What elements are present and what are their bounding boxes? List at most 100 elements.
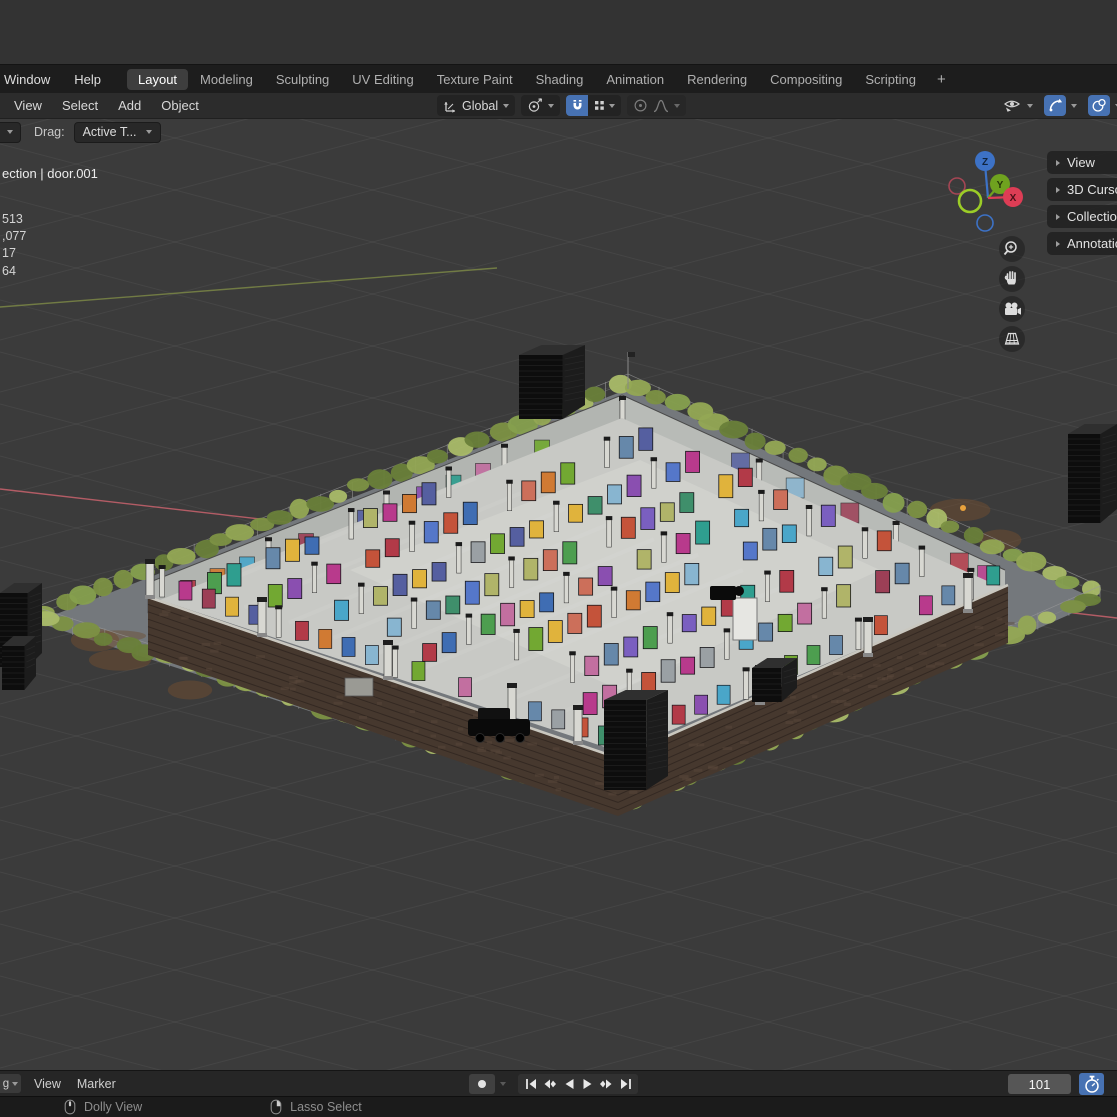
record-controls [469,1074,506,1094]
sidebar-tab-3d-cursor[interactable]: 3D Cursor [1047,178,1117,201]
chevron-right-icon [1056,214,1060,220]
tab-rendering[interactable]: Rendering [676,69,758,90]
menu-object[interactable]: Object [151,98,209,113]
record-dot-icon [478,1080,486,1088]
play-reverse-button[interactable] [560,1075,577,1093]
tab-texture-paint[interactable]: Texture Paint [426,69,524,90]
current-frame-field[interactable]: 101 [1008,1074,1071,1094]
overlays-dropdown[interactable] [1086,95,1117,116]
header-center-controls: Global [437,95,686,116]
proportional-edit-icon [633,98,648,113]
object-visibility-dropdown[interactable] [1000,95,1035,116]
sidebar-tab-view[interactable]: View [1047,151,1117,174]
timeline-partial-label: g [3,1078,9,1090]
snap-grid-dots-icon [594,100,605,111]
add-workspace-button[interactable]: + [928,71,955,88]
previous-keyframe-button[interactable] [541,1075,558,1093]
pivot-point-dropdown[interactable] [521,95,560,116]
sidebar-tab-label: Collection [1067,209,1117,224]
desktop-strip [0,0,1117,65]
transform-orientation-dropdown[interactable]: Global [437,95,515,116]
timeline-partial-dropdown[interactable]: g [0,1074,21,1093]
zoom-button[interactable] [999,236,1025,262]
tab-scripting[interactable]: Scripting [854,69,927,90]
pan-button[interactable] [999,266,1025,292]
stat-line: 64 [2,264,16,278]
timeline-menu-marker[interactable]: Marker [69,1077,124,1091]
mouse-right-icon [270,1099,282,1115]
next-keyframe-button[interactable] [598,1075,615,1093]
sidebar-tab-label: 3D Cursor [1067,182,1117,197]
stat-line: 17 [2,246,16,260]
jump-to-end-button[interactable] [617,1075,634,1093]
axis-z-label: Z [982,157,988,168]
axis-y-label: Y [997,180,1004,191]
chevron-down-icon [7,130,13,134]
tab-uv-editing[interactable]: UV Editing [341,69,424,90]
orientation-label: Global [462,99,498,113]
status-hint-dolly: Dolly View [64,1099,142,1115]
chevron-down-icon [146,130,152,134]
chevron-right-icon [1056,187,1060,193]
gizmos-toggle[interactable] [1044,95,1066,116]
tab-animation[interactable]: Animation [595,69,675,90]
blender-window: Window Help Layout Modeling Sculpting UV… [0,0,1117,1117]
snap-to-dropdown[interactable] [588,100,621,111]
status-hint-label: Dolly View [84,1100,142,1114]
tab-compositing[interactable]: Compositing [759,69,853,90]
axis-minus-y-ball[interactable] [959,190,981,212]
timeline-bar: g View Marker [0,1070,1117,1096]
chevron-down-icon [503,104,509,108]
stat-line: ,077 [2,229,26,243]
menu-window[interactable]: Window [0,72,62,87]
sidebar-tab-label: View [1067,155,1095,170]
timeline-menu-view[interactable]: View [26,1077,69,1091]
jump-to-start-button[interactable] [522,1075,539,1093]
tab-modeling[interactable]: Modeling [189,69,264,90]
workspace-tabs: Layout Modeling Sculpting UV Editing Tex… [127,69,928,90]
status-hint-lasso: Lasso Select [270,1099,362,1115]
playback-controls [518,1074,638,1094]
chevron-down-icon [548,104,554,108]
viewport-header: View Select Add Object Global [0,93,1117,119]
sidebar-tab-collection[interactable]: Collection [1047,205,1117,228]
record-button[interactable] [469,1074,495,1094]
orientation-axes-icon [443,99,457,113]
mouse-middle-icon [64,1099,76,1115]
status-bar: Dolly View Lasso Select [0,1096,1117,1117]
active-tool-label: Active T... [83,125,137,139]
tool-settings-bar: Drag: Active T... [0,121,161,143]
play-button[interactable] [579,1075,596,1093]
drag-label: Drag: [34,125,65,139]
overlays-toggle[interactable] [1088,95,1110,116]
camera-view-button[interactable] [999,296,1025,322]
tab-sculpting[interactable]: Sculpting [265,69,340,90]
menu-view[interactable]: View [4,98,52,113]
menu-select[interactable]: Select [52,98,108,113]
axis-minus-z-ball[interactable] [977,215,993,231]
overlays-sphere-icon [1091,98,1107,113]
topbar: Window Help Layout Modeling Sculpting UV… [0,65,1117,93]
orthographic-toggle-button[interactable] [999,326,1025,352]
chevron-down-icon [609,104,615,108]
menu-help[interactable]: Help [62,72,113,87]
viewport-nav-buttons [997,235,1029,355]
menu-add[interactable]: Add [108,98,151,113]
gizmos-dropdown[interactable] [1042,95,1079,116]
tab-layout[interactable]: Layout [127,69,188,90]
proportional-editing-controls[interactable] [627,95,686,116]
snap-toggle[interactable] [566,95,588,116]
chevron-down-icon [500,1082,506,1086]
stat-line: 513 [2,212,23,226]
sidebar-tab-annotation[interactable]: Annotation [1047,232,1117,255]
stopwatch-icon [1083,1075,1101,1094]
eye-visibility-icon [1002,97,1022,114]
tab-shading[interactable]: Shading [525,69,595,90]
navigation-gizmo[interactable]: Z Y X [941,146,1029,242]
axis-x-label: X [1010,193,1017,204]
auto-keyframe-button[interactable] [1079,1073,1104,1095]
magnet-icon [571,99,584,112]
chevron-down-icon [674,104,680,108]
active-tool-dropdown[interactable]: Active T... [74,122,161,143]
partial-dropdown[interactable] [0,122,21,143]
